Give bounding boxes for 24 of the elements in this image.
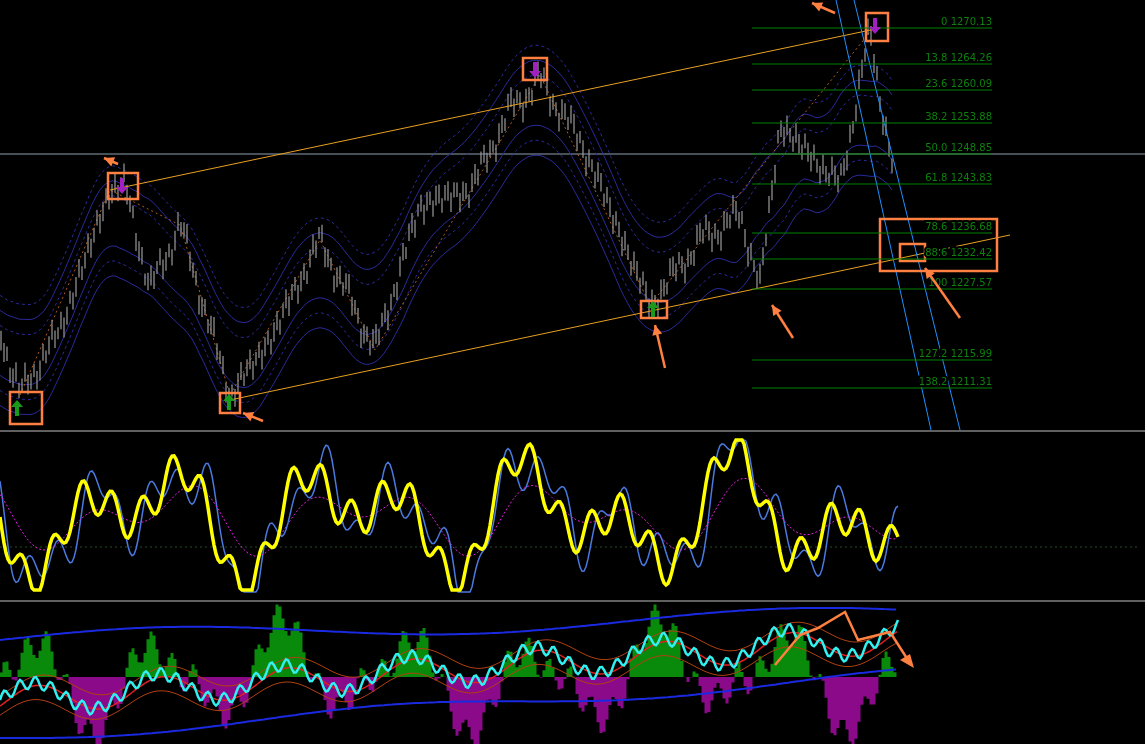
up-arrow-icon [223,394,235,410]
up-arrow-icon [647,301,659,317]
annotation-arrow [103,156,119,167]
down-arrow-icon [869,18,881,34]
highlight-box [864,11,890,43]
fibonacci-level-label: 50.0 1248.85 [925,142,992,153]
highlight-box [521,56,549,82]
highlight-box [106,171,140,201]
annotation-arrow [811,1,836,15]
fibonacci-level-label: 38.2 1253.88 [925,111,992,122]
fibonacci-level-label: 0 1270.13 [941,16,992,27]
annotation-arrow [652,324,667,369]
down-arrow-icon [529,62,541,78]
fibonacci-level-label: 61.8 1243.83 [925,172,992,183]
fibonacci-level-label: 23.6 1260.09 [925,78,992,89]
annotation-arrow [770,304,795,339]
highlight-box [639,299,669,320]
down-arrow-icon [116,178,128,194]
annotation-arrow [242,411,264,423]
fibonacci-level-label: 78.6 1236.68 [925,221,992,232]
highlight-box [8,390,44,426]
up-arrow-icon [11,400,23,416]
fibonacci-level-label: 13.8 1264.26 [925,52,992,63]
highlight-box [218,391,242,415]
